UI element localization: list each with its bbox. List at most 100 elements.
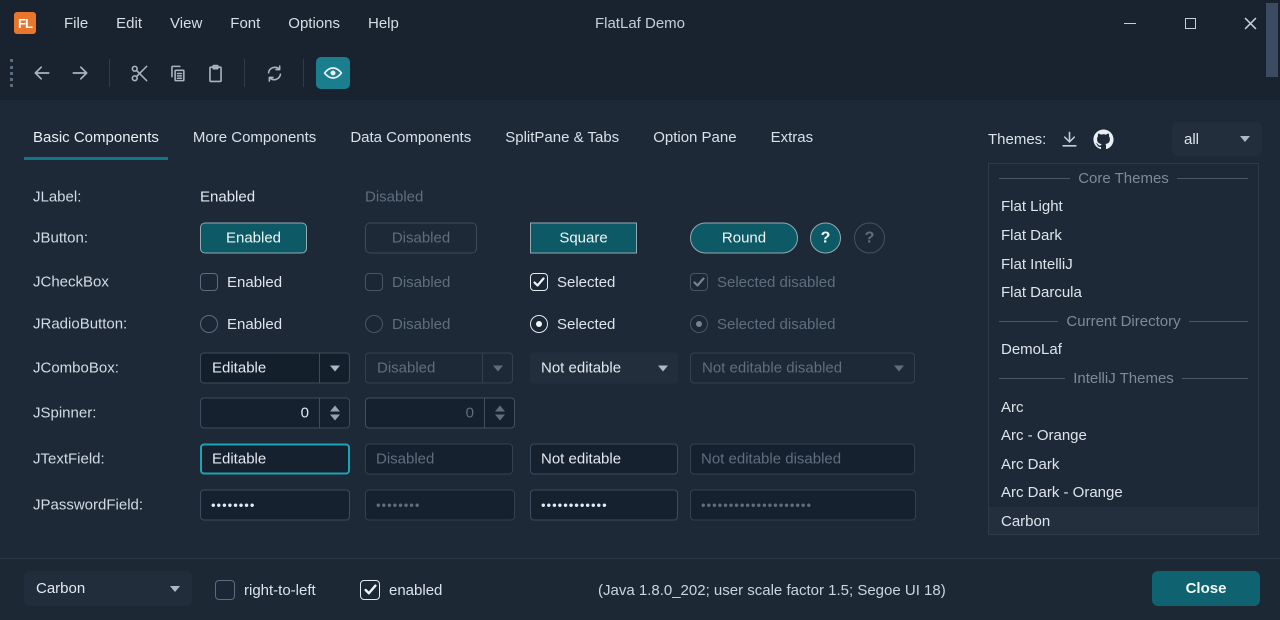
passwordfield-editable[interactable] [200, 490, 350, 521]
radio-icon [200, 315, 218, 333]
radio-selected-disabled: Selected disabled [690, 315, 835, 333]
toolbar-drag-handle[interactable] [10, 59, 13, 87]
passwordfield-not-editable[interactable] [530, 490, 678, 521]
theme-item-carbon[interactable]: Carbon [989, 507, 1258, 535]
spinner-enabled[interactable] [200, 398, 350, 429]
radio-selected-icon [530, 315, 548, 333]
theme-item-arc-dark-orange[interactable]: Arc Dark - Orange [989, 479, 1258, 508]
theme-item-flat-dark[interactable]: Flat Dark [989, 221, 1258, 250]
enabled-button[interactable]: Enabled [200, 223, 307, 254]
maximize-button[interactable] [1160, 0, 1220, 46]
tab-basic-components[interactable]: Basic Components [24, 129, 168, 160]
right-to-left-label: right-to-left [244, 582, 316, 599]
tab-more-components[interactable]: More Components [184, 129, 325, 160]
help-button[interactable]: ? [810, 223, 841, 254]
status-text: (Java 1.8.0_202; user scale factor 1.5; … [598, 559, 946, 620]
enabled-checkbox[interactable]: enabled [360, 559, 442, 620]
combobox-not-editable[interactable]: Not editable [530, 353, 678, 384]
radio-icon [365, 315, 383, 333]
chevron-down-icon [493, 365, 503, 371]
radio-label: Selected [557, 316, 615, 333]
theme-item-flat-light[interactable]: Flat Light [989, 193, 1258, 222]
spinner-value-input[interactable] [201, 399, 319, 428]
jtextfield-row: JTextField: [0, 437, 965, 481]
tab-splitpane-tabs[interactable]: SplitPane & Tabs [496, 129, 628, 160]
menu-help[interactable]: Help [354, 15, 413, 32]
radio-enabled[interactable]: Enabled [200, 315, 282, 333]
paste-button[interactable] [198, 57, 232, 89]
menu-file[interactable]: File [50, 15, 102, 32]
right-to-left-checkbox[interactable]: right-to-left [215, 559, 316, 620]
textfield-not-editable-disabled [690, 444, 915, 475]
theme-item-arc[interactable]: Arc [989, 393, 1258, 422]
enabled-label: enabled [389, 582, 442, 599]
checkbox-enabled[interactable]: Enabled [200, 273, 282, 291]
checkbox-icon [365, 273, 383, 291]
square-button[interactable]: Square [530, 223, 637, 254]
eye-icon [323, 63, 343, 83]
jlabel-enabled: Enabled [200, 189, 255, 206]
back-button[interactable] [25, 57, 59, 89]
show-hide-toggle-button[interactable] [316, 57, 350, 89]
refresh-icon [265, 64, 284, 83]
radio-label: Enabled [227, 316, 282, 333]
combobox-value: Not editable [530, 360, 648, 377]
look-and-feel-combobox[interactable]: Carbon [24, 571, 192, 606]
themes-filter-combobox[interactable]: all [1172, 122, 1262, 156]
minimize-button[interactable] [1100, 0, 1160, 46]
download-themes-button[interactable] [1060, 130, 1079, 149]
close-button[interactable]: Close [1152, 571, 1260, 606]
toolbar-separator [244, 59, 245, 87]
checkbox-label: Enabled [227, 274, 282, 291]
tab-extras[interactable]: Extras [762, 129, 823, 160]
minimize-icon [1124, 23, 1136, 24]
copy-button[interactable] [160, 57, 194, 89]
theme-item-arc-dark[interactable]: Arc Dark [989, 450, 1258, 479]
menu-view[interactable]: View [156, 15, 216, 32]
radio-selected[interactable]: Selected [530, 315, 615, 333]
theme-item-flat-darcula[interactable]: Flat Darcula [989, 278, 1258, 307]
combobox-arrow-button[interactable] [319, 354, 349, 383]
combobox-arrow-button[interactable] [158, 586, 192, 592]
github-icon [1093, 129, 1114, 150]
jbutton-row-label: JButton: [33, 230, 88, 247]
radio-label: Disabled [392, 316, 450, 333]
clipboard-icon [206, 64, 225, 83]
textfield-editable[interactable] [200, 444, 350, 475]
textfield-disabled [365, 444, 513, 475]
menu-edit[interactable]: Edit [102, 15, 156, 32]
menu-font[interactable]: Font [216, 15, 274, 32]
theme-item-arc-orange[interactable]: Arc - Orange [989, 421, 1258, 450]
jcheckbox-row-label: JCheckBox [33, 274, 109, 291]
title-bar: FL File Edit View Font Options Help Flat… [0, 0, 1280, 46]
menu-options[interactable]: Options [274, 15, 354, 32]
refresh-button[interactable] [257, 57, 291, 89]
combobox-arrow-button[interactable] [648, 353, 678, 384]
theme-item-demolaf[interactable]: DemoLaf [989, 336, 1258, 365]
theme-item-flat-intellij[interactable]: Flat IntelliJ [989, 250, 1258, 279]
jbutton-row: JButton: Enabled Disabled Square Round ?… [0, 216, 965, 260]
checkbox-selected[interactable]: Selected [530, 273, 615, 291]
jradiobutton-row: JRadioButton: Enabled Disabled Selected … [0, 302, 965, 346]
spinner-value-input [366, 399, 484, 428]
passwordfield-disabled [365, 490, 515, 521]
jlabel-row: JLabel: Enabled Disabled [0, 175, 965, 219]
jcombobox-row-label: JComboBox: [33, 360, 119, 377]
checkbox-label: Selected disabled [717, 274, 835, 291]
help-button-disabled: ? [854, 223, 885, 254]
themes-list-separator: Current Directory [989, 307, 1258, 336]
jlabel-disabled: Disabled [365, 189, 423, 206]
forward-button[interactable] [63, 57, 97, 89]
tab-option-pane[interactable]: Option Pane [644, 129, 745, 160]
tab-data-components[interactable]: Data Components [341, 129, 480, 160]
checkbox-label: Disabled [392, 274, 450, 291]
textfield-not-editable[interactable] [530, 444, 678, 475]
round-button[interactable]: Round [690, 223, 798, 254]
spinner-buttons[interactable] [319, 399, 349, 428]
cut-button[interactable] [122, 57, 156, 89]
github-link-button[interactable] [1093, 129, 1114, 150]
basic-components-panel: JLabel: Enabled Disabled JButton: Enable… [0, 160, 965, 558]
combobox-editable[interactable]: Editable [200, 353, 350, 384]
jlabel-row-label: JLabel: [33, 189, 81, 206]
themes-list-scrollbar[interactable] [1266, 3, 1278, 77]
